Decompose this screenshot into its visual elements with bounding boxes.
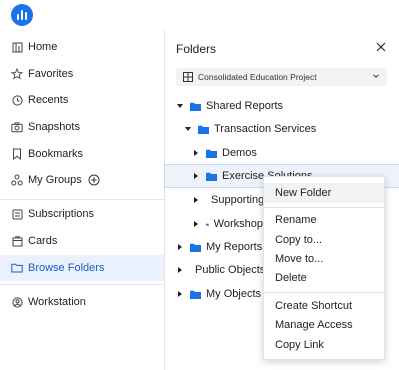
tree-folder-my-reports[interactable]: My Reports: [176, 236, 263, 258]
folder-icon: [190, 290, 201, 299]
menu-item-copy-link[interactable]: Copy Link: [264, 335, 384, 355]
sidebar-item-bookmarks[interactable]: Bookmarks: [0, 141, 164, 167]
folder-icon: [198, 125, 209, 134]
sidebar-item-subscriptions[interactable]: Subscriptions: [0, 201, 164, 227]
home-icon: [11, 41, 23, 53]
project-name: Consolidated Education Project: [198, 72, 317, 82]
folder-icon: [206, 172, 217, 181]
tree-folder-supporting[interactable]: Supporting: [192, 189, 263, 211]
chevron-down-icon: [373, 74, 379, 78]
sidebar-item-label: Snapshots: [28, 121, 80, 133]
caret-right-icon[interactable]: [176, 266, 184, 274]
caret-right-icon[interactable]: [176, 290, 184, 298]
project-grid-icon: [183, 72, 193, 82]
caret-right-icon[interactable]: [176, 243, 184, 251]
tree-folder-demos[interactable]: Demos: [192, 142, 391, 164]
sidebar-item-label: Subscriptions: [28, 208, 95, 220]
panel-title: Folders: [176, 42, 217, 56]
workstation-icon: [11, 296, 23, 308]
sidebar-item-cards[interactable]: Cards: [0, 228, 164, 254]
app-logo-icon[interactable]: [11, 4, 33, 26]
star-icon: [11, 68, 23, 80]
tree-label: Transaction Services: [214, 123, 317, 135]
caret-down-icon[interactable]: [184, 125, 192, 133]
tree-label: My Reports: [206, 241, 263, 253]
caret-down-icon[interactable]: [176, 102, 184, 110]
tree-label: My Objects: [206, 288, 262, 300]
tree-folder-shared-reports[interactable]: Shared Reports: [176, 95, 391, 117]
folder-icon: [206, 223, 209, 226]
sidebar-item-browse-folders[interactable]: Browse Folders: [0, 255, 164, 281]
caret-right-icon[interactable]: [192, 149, 200, 157]
sidebar-item-workstation[interactable]: Workstation: [0, 289, 164, 315]
tree-label: Public Objects: [195, 264, 263, 276]
menu-item-create-shortcut[interactable]: Create Shortcut: [264, 296, 384, 316]
sidebar-divider: [0, 284, 164, 285]
menu-separator: [264, 292, 384, 293]
camera-icon: [11, 121, 23, 133]
caret-right-icon[interactable]: [192, 172, 200, 180]
menu-item-rename[interactable]: Rename: [264, 210, 384, 230]
sidebar-item-label: Bookmarks: [28, 148, 84, 160]
menu-item-move-to[interactable]: Move to...: [264, 249, 384, 269]
tree-folder-workshop[interactable]: Workshop: [192, 213, 263, 235]
sidebar-item-label: Browse Folders: [28, 262, 105, 274]
caret-right-icon[interactable]: [192, 196, 200, 204]
caret-right-icon[interactable]: [192, 220, 200, 228]
sidebar-item-label: Cards: [28, 235, 58, 247]
menu-item-manage-access[interactable]: Manage Access: [264, 315, 384, 335]
sidebar-item-recents[interactable]: Recents: [0, 87, 164, 113]
folder-icon: [11, 262, 23, 274]
menu-item-delete[interactable]: Delete: [264, 268, 384, 288]
groups-icon: [11, 174, 23, 186]
folder-icon: [190, 102, 201, 111]
sidebar-item-label: Workstation: [28, 296, 86, 308]
sidebar-nav: Home Favorites Recents Snapshots Bookmar: [0, 30, 165, 370]
tree-label: Workshop: [213, 218, 263, 230]
tree-folder-my-objects[interactable]: My Objects: [176, 283, 263, 305]
context-menu: New Folder Rename Copy to... Move to... …: [263, 176, 385, 360]
tree-folder-public-objects[interactable]: Public Objects: [176, 259, 263, 281]
sidebar-item-home[interactable]: Home: [0, 34, 164, 60]
cards-icon: [11, 235, 23, 247]
clock-icon: [11, 94, 23, 106]
sidebar-divider: [0, 199, 164, 200]
app-window: Home Favorites Recents Snapshots Bookmar: [0, 0, 399, 370]
add-group-icon[interactable]: [88, 174, 100, 186]
folder-icon: [206, 149, 217, 158]
subscriptions-icon: [11, 208, 23, 220]
tree-label: Demos: [222, 147, 257, 159]
menu-separator: [264, 207, 384, 208]
sidebar-item-label: Recents: [28, 94, 69, 106]
sidebar-item-favorites[interactable]: Favorites: [0, 61, 164, 87]
menu-item-new-folder[interactable]: New Folder: [264, 183, 384, 203]
sidebar-item-label: Home: [28, 41, 58, 53]
sidebar-item-my-groups[interactable]: My Groups: [0, 167, 164, 193]
close-icon[interactable]: [374, 40, 388, 54]
sidebar-item-label: Favorites: [28, 68, 74, 80]
folder-icon: [190, 243, 201, 252]
tree-label: Shared Reports: [206, 100, 284, 112]
sidebar-item-label: My Groups: [28, 174, 82, 186]
tree-folder-transaction-services[interactable]: Transaction Services: [184, 118, 391, 140]
sidebar-item-snapshots[interactable]: Snapshots: [0, 114, 164, 140]
menu-item-copy-to[interactable]: Copy to...: [264, 230, 384, 250]
bookmark-icon: [11, 148, 23, 160]
tree-label: Supporting: [211, 194, 263, 206]
project-selector[interactable]: Consolidated Education Project: [176, 68, 387, 86]
